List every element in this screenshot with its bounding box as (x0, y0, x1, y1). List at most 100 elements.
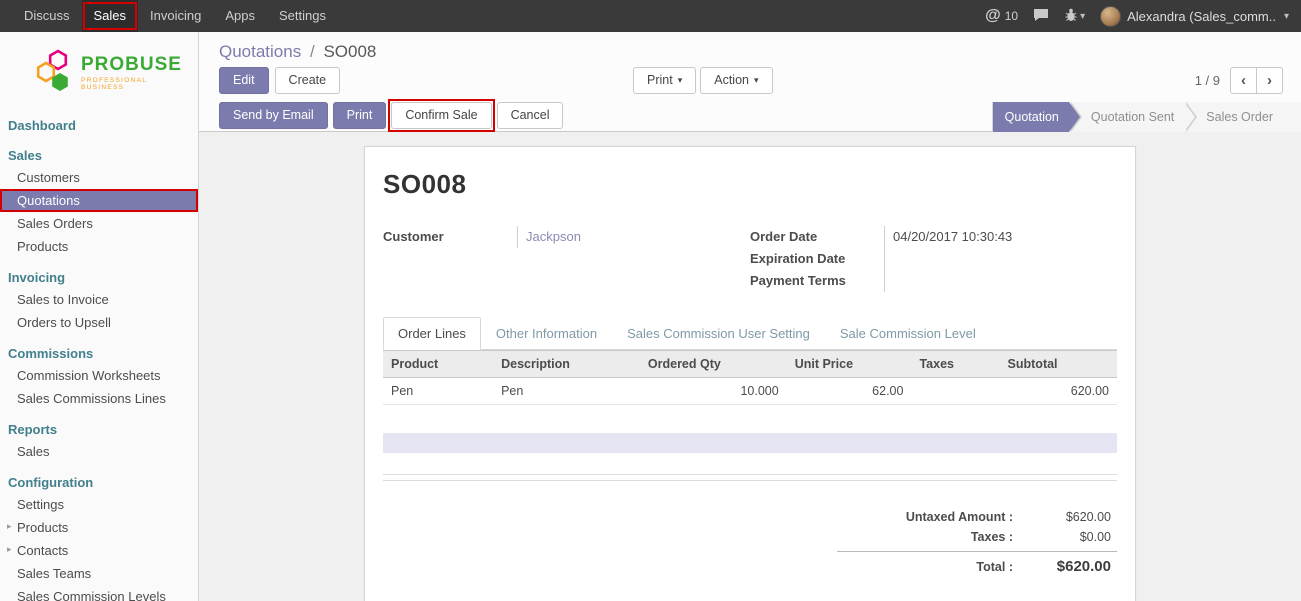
pager-previous-icon: ‹ (1241, 73, 1246, 88)
untaxed-amount-row: Untaxed Amount : $620.00 (837, 507, 1117, 527)
total-row: Total : $620.00 (837, 551, 1117, 578)
sidebar: PROBUSE PROFESSIONAL BUSINESS Dashboard … (0, 32, 199, 601)
order-line-product[interactable]: Pen (383, 378, 493, 405)
sidebar-heading-sales[interactable]: Sales (0, 145, 198, 166)
order-line-unit-price: 62.00 (787, 378, 912, 405)
form-sheet: SO008 Customer Jackpson Order Date 04/20… (364, 146, 1136, 601)
order-line-row[interactable]: Pen Pen 10.000 62.00 620.00 (383, 378, 1117, 405)
taxes-value: $0.00 (1027, 530, 1111, 544)
pager-previous-button[interactable]: ‹ (1230, 67, 1257, 94)
activities-button[interactable]: @ 10 (985, 7, 1018, 25)
logo-subtitle: PROFESSIONAL BUSINESS (81, 77, 192, 91)
order-lines-table: Product Description Ordered Qty Unit Pri… (383, 350, 1117, 405)
tab-sale-commission-level[interactable]: Sale Commission Level (825, 317, 991, 350)
sidebar-item-report-sales[interactable]: Sales (0, 440, 198, 463)
sidebar-heading-dashboard[interactable]: Dashboard (0, 115, 198, 136)
separator-rule (383, 480, 1117, 481)
sidebar-heading-reports[interactable]: Reports (0, 419, 198, 440)
totals-block: Untaxed Amount : $620.00 Taxes : $0.00 T… (837, 507, 1117, 578)
pager-next-button[interactable]: › (1256, 67, 1283, 94)
action-dropdown-button[interactable]: Action ▾ (700, 67, 772, 94)
sidebar-item-sales-teams[interactable]: Sales Teams (0, 562, 198, 585)
edit-create-buttons: Edit Create (219, 67, 340, 94)
sidebar-item-settings[interactable]: Settings (0, 493, 198, 516)
avatar (1100, 6, 1121, 27)
total-label: Total : (837, 560, 1027, 574)
column-header-subtotal: Subtotal (1000, 351, 1117, 378)
field-group-right: Order Date 04/20/2017 10:30:43 Expiratio… (750, 226, 1117, 292)
nav-group-sales: Sales Customers Quotations Sales Orders … (0, 145, 198, 258)
expand-caret-icon[interactable]: ▸ (7, 544, 12, 555)
top-menu-discuss[interactable]: Discuss (12, 0, 82, 32)
sidebar-item-label: Sales Orders (17, 216, 93, 231)
breadcrumb-separator: / (310, 42, 315, 61)
status-step-quotation[interactable]: Quotation (993, 102, 1069, 132)
sidebar-item-label: Customers (17, 170, 80, 185)
sidebar-item-commission-worksheets[interactable]: Commission Worksheets (0, 364, 198, 387)
sidebar-item-customers[interactable]: Customers (0, 166, 198, 189)
sidebar-item-label: Sales to Invoice (17, 292, 109, 307)
bug-icon (1064, 8, 1078, 25)
status-step-sales-order[interactable]: Sales Order (1184, 102, 1301, 132)
confirm-sale-button[interactable]: Confirm Sale (391, 102, 491, 129)
field-groups: Customer Jackpson Order Date 04/20/2017 … (383, 226, 1117, 292)
sidebar-heading-invoicing[interactable]: Invoicing (0, 267, 198, 288)
tab-sales-commission-user-setting[interactable]: Sales Commission User Setting (612, 317, 825, 350)
at-icon: @ (985, 7, 1001, 25)
sidebar-item-quotations[interactable]: Quotations (0, 189, 198, 212)
field-label: Order Date (750, 226, 884, 248)
sidebar-item-sales-orders[interactable]: Sales Orders (0, 212, 198, 235)
send-by-email-button[interactable]: Send by Email (219, 102, 328, 129)
nav-group-dashboard: Dashboard (0, 115, 198, 136)
expand-caret-icon[interactable]: ▸ (7, 521, 12, 532)
chevron-down-icon: ▾ (1080, 11, 1085, 22)
logo-title: PROBUSE (81, 55, 192, 75)
sidebar-item-label: Sales (17, 444, 50, 459)
field-label: Customer (383, 226, 517, 248)
sidebar-item-products[interactable]: Products (0, 235, 198, 258)
sidebar-heading-configuration[interactable]: Configuration (0, 472, 198, 493)
tab-order-lines[interactable]: Order Lines (383, 317, 481, 350)
nav-group-reports: Reports Sales (0, 419, 198, 463)
untaxed-amount-label: Untaxed Amount : (837, 510, 1027, 524)
breadcrumb-quotations-link[interactable]: Quotations (219, 42, 301, 61)
create-button[interactable]: Create (275, 67, 341, 94)
messages-button[interactable] (1033, 8, 1049, 25)
sidebar-item-label: Products (17, 239, 68, 254)
field-order-date: Order Date 04/20/2017 10:30:43 (750, 226, 1117, 248)
nav-group-invoicing: Invoicing Sales to Invoice Orders to Ups… (0, 267, 198, 334)
chevron-down-icon: ▾ (754, 73, 759, 88)
sidebar-item-label: Settings (17, 497, 64, 512)
statusbar-buttons: Send by Email Print Confirm Sale Cancel (219, 102, 563, 129)
top-menu-sales[interactable]: Sales (82, 0, 139, 32)
sidebar-item-sales-to-invoice[interactable]: Sales to Invoice (0, 288, 198, 311)
field-expiration-date: Expiration Date (750, 248, 1117, 270)
edit-button[interactable]: Edit (219, 67, 269, 94)
order-line-ordered-qty: 10.000 (640, 378, 787, 405)
customer-link[interactable]: Jackpson (517, 226, 750, 248)
probuse-logo: PROBUSE PROFESSIONAL BUSINESS (0, 32, 198, 105)
sidebar-item-label: Sales Teams (17, 566, 91, 581)
debug-menu-button[interactable]: ▾ (1064, 8, 1085, 25)
tab-other-information[interactable]: Other Information (481, 317, 612, 350)
table-header-row: Product Description Ordered Qty Unit Pri… (383, 351, 1117, 378)
top-menu-apps[interactable]: Apps (213, 0, 267, 32)
sidebar-item-orders-to-upsell[interactable]: Orders to Upsell (0, 311, 198, 334)
print-button[interactable]: Print (333, 102, 387, 129)
order-line-description: Pen (493, 378, 640, 405)
top-menu-invoicing[interactable]: Invoicing (138, 0, 213, 32)
field-customer: Customer Jackpson (383, 226, 750, 248)
sidebar-item-sales-commissions-lines[interactable]: Sales Commissions Lines (0, 387, 198, 410)
main-area: Quotations / SO008 Edit Create Print ▾ A… (199, 32, 1301, 601)
sidebar-item-config-products[interactable]: ▸ Products (0, 516, 198, 539)
status-step-quotation-sent[interactable]: Quotation Sent (1069, 102, 1184, 132)
sidebar-item-sales-commission-levels[interactable]: Sales Commission Levels (0, 585, 198, 601)
user-menu-button[interactable]: Alexandra (Sales_comm.. ▾ (1100, 6, 1289, 27)
sidebar-item-config-contacts[interactable]: ▸ Contacts (0, 539, 198, 562)
print-dropdown-button[interactable]: Print ▾ (633, 67, 696, 94)
probuse-logo-icon (34, 48, 74, 97)
top-menu-settings[interactable]: Settings (267, 0, 338, 32)
cancel-button[interactable]: Cancel (497, 102, 564, 129)
sidebar-heading-commissions[interactable]: Commissions (0, 343, 198, 364)
column-header-unit-price: Unit Price (787, 351, 912, 378)
